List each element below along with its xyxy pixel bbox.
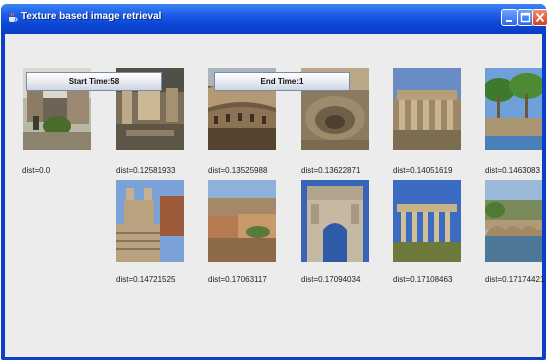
distance-label-5: dist=0.14051619	[393, 166, 453, 175]
rooftops-image	[208, 180, 276, 262]
distance-label-10: dist=0.17108463	[393, 275, 453, 284]
minimize-button[interactable]	[501, 9, 518, 26]
result-thumbnail-10[interactable]	[393, 180, 461, 262]
result-thumbnail-6[interactable]	[485, 68, 542, 150]
spanish-steps-image	[116, 180, 184, 262]
result-thumbnail-8[interactable]	[208, 180, 276, 262]
distance-label-7: dist=0.14721525	[116, 275, 176, 284]
result-thumbnail-11[interactable]	[485, 180, 542, 262]
result-thumbnail-9[interactable]	[301, 180, 369, 262]
distance-label-6: dist=0.1463083	[485, 166, 540, 175]
distance-label-9: dist=0.17094034	[301, 275, 361, 284]
distance-label-1: dist=0.0	[22, 166, 51, 175]
title-bar[interactable]: Texture based image retrieval	[1, 4, 547, 32]
result-thumbnail-5[interactable]	[393, 68, 461, 150]
temple-columns-image	[393, 180, 461, 262]
window-title: Texture based image retrieval	[21, 11, 162, 22]
distance-label-11: dist=0.17174421	[485, 275, 545, 284]
maximize-icon	[520, 12, 531, 23]
close-icon	[535, 12, 545, 23]
palm-ruins-image	[485, 68, 542, 150]
close-button[interactable]	[532, 9, 547, 26]
triumphal-arch-image	[301, 180, 369, 262]
start-time-button[interactable]: Start Time:58	[26, 72, 162, 91]
distance-label-2: dist=0.12581933	[116, 166, 176, 175]
minimize-icon	[506, 20, 512, 22]
temple-ruins-image	[393, 68, 461, 150]
result-thumbnail-7[interactable]	[116, 180, 184, 262]
distance-label-4: dist=0.13622871	[301, 166, 361, 175]
river-bridge-image	[485, 180, 542, 262]
distance-label-8: dist=0.17063117	[208, 275, 267, 284]
end-time-button[interactable]: End Time:1	[214, 72, 350, 91]
distance-label-3: dist=0.13525988	[208, 166, 268, 175]
app-window: Texture based image retrieval dist=0.0 d…	[1, 4, 547, 360]
client-area: dist=0.0 dist=0.12581933 dist=0.13525988…	[5, 34, 545, 357]
java-cup-icon	[9, 12, 18, 22]
